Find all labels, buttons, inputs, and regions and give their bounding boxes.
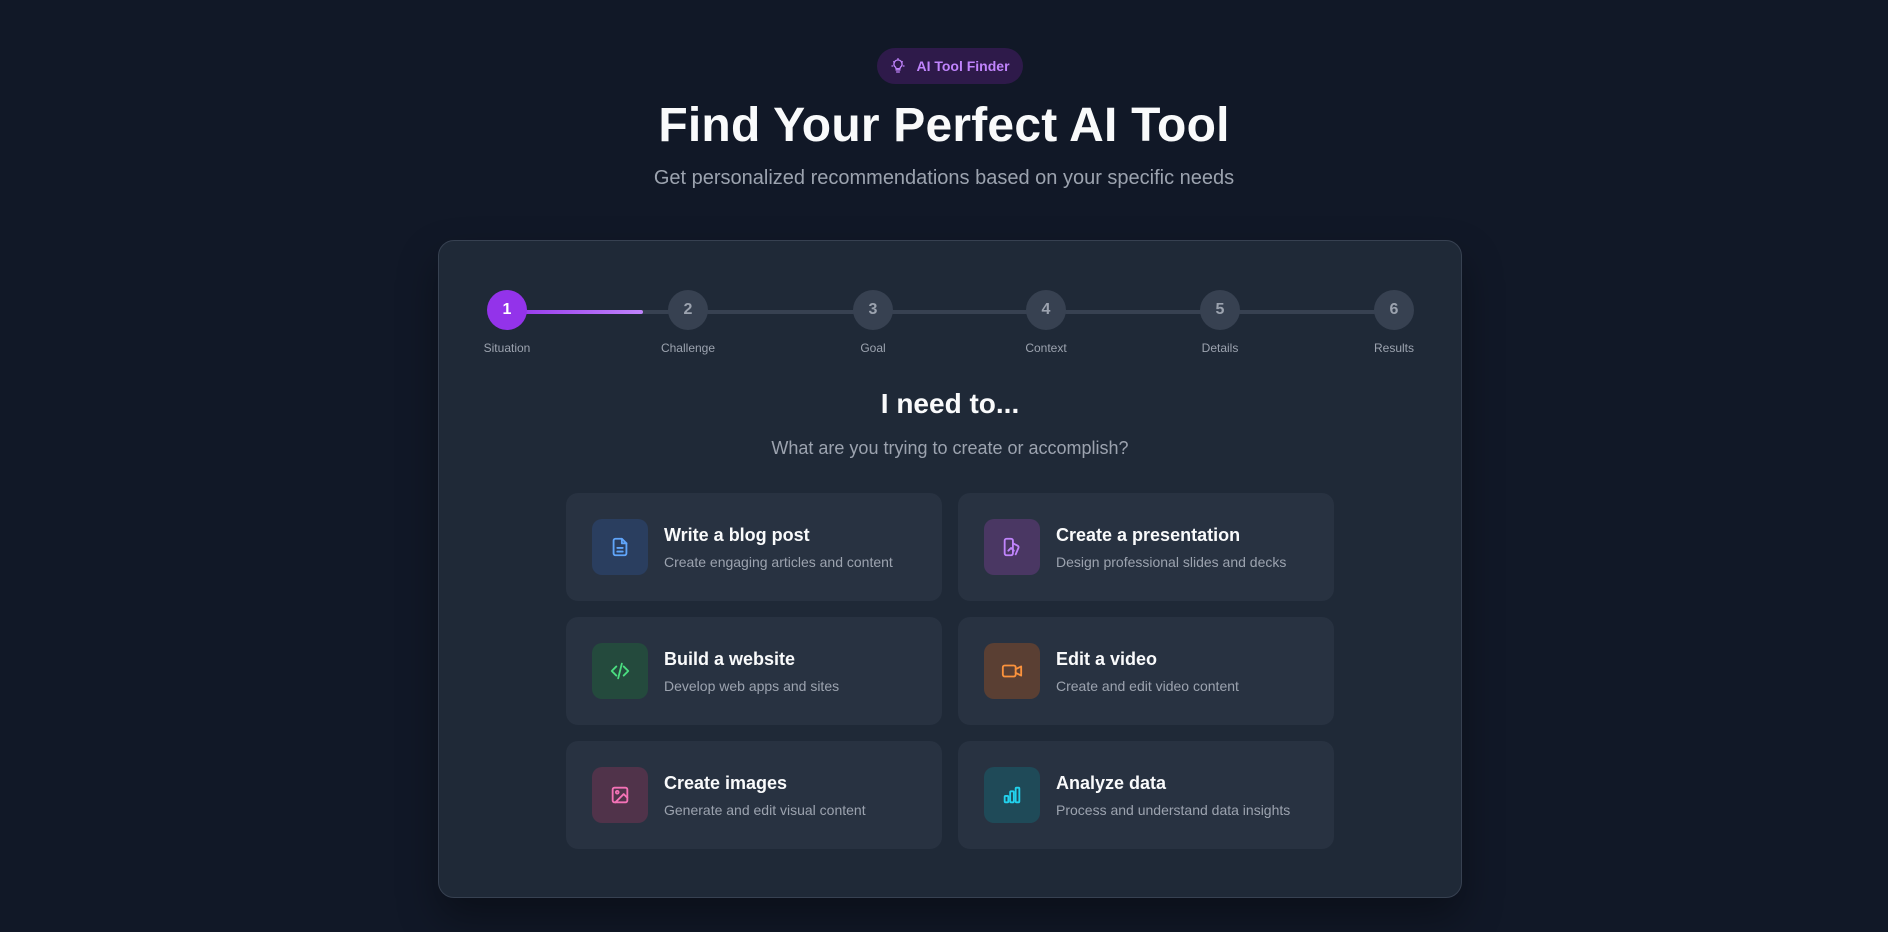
option-description: Develop web apps and sites xyxy=(664,677,840,694)
option-icon-tile xyxy=(984,643,1040,699)
step-number: 4 xyxy=(1026,290,1066,330)
step-situation[interactable]: 1 Situation xyxy=(467,290,547,355)
option-title: Analyze data xyxy=(1056,772,1167,793)
bar-chart-icon xyxy=(1003,786,1021,804)
option-create-presentation[interactable]: Create a presentation Design professiona… xyxy=(958,493,1334,601)
page-title: Find Your Perfect AI Tool xyxy=(658,99,1230,152)
ai-tool-finder-badge: AI Tool Finder xyxy=(877,48,1023,84)
option-build-website[interactable]: Build a website Develop web apps and sit… xyxy=(566,617,942,725)
lightbulb-icon xyxy=(891,58,906,73)
option-create-images[interactable]: Create images Generate and edit visual c… xyxy=(566,741,942,849)
option-description: Create engaging articles and content xyxy=(664,553,893,570)
option-description: Generate and edit visual content xyxy=(664,801,866,818)
option-grid: Write a blog post Create engaging articl… xyxy=(566,493,1336,849)
image-icon xyxy=(611,786,629,804)
option-title: Build a website xyxy=(664,648,796,669)
option-write-blog-post[interactable]: Write a blog post Create engaging articl… xyxy=(566,493,942,601)
option-title: Edit a video xyxy=(1056,648,1158,669)
option-title: Create a presentation xyxy=(1056,524,1241,545)
option-icon-tile xyxy=(592,643,648,699)
step-goal[interactable]: 3 Goal xyxy=(833,290,913,355)
option-edit-video[interactable]: Edit a video Create and edit video conte… xyxy=(958,617,1334,725)
option-description: Create and edit video content xyxy=(1056,677,1239,694)
step-number: 6 xyxy=(1374,290,1414,330)
question-title: I need to... xyxy=(880,388,1020,419)
step-label: Situation xyxy=(483,341,531,355)
step-label: Details xyxy=(1201,341,1239,355)
question-subtitle: What are you trying to create or accompl… xyxy=(771,438,1129,458)
option-description: Process and understand data insights xyxy=(1056,801,1291,818)
option-description: Design professional slides and decks xyxy=(1056,553,1287,570)
option-analyze-data[interactable]: Analyze data Process and understand data… xyxy=(958,741,1334,849)
step-label: Goal xyxy=(860,341,886,355)
page-subtitle: Get personalized recommendations based o… xyxy=(653,167,1235,189)
option-icon-tile xyxy=(984,519,1040,575)
option-icon-tile xyxy=(984,767,1040,823)
step-number: 3 xyxy=(853,290,893,330)
step-details[interactable]: 5 Details xyxy=(1180,290,1260,355)
option-title: Create images xyxy=(664,772,788,793)
step-context[interactable]: 4 Context xyxy=(1006,290,1086,355)
option-icon-tile xyxy=(592,519,648,575)
step-label: Results xyxy=(1373,341,1414,355)
step-results[interactable]: 6 Results xyxy=(1354,290,1434,355)
wizard-card: 1 Situation 2 Challenge 3 Goal 4 Context… xyxy=(438,240,1462,898)
video-camera-icon xyxy=(1001,664,1023,678)
page: AI Tool Finder Find Your Perfect AI Tool… xyxy=(0,0,1888,932)
step-number: 2 xyxy=(668,290,708,330)
badge-label: AI Tool Finder xyxy=(916,58,1010,74)
document-icon xyxy=(612,537,628,557)
option-icon-tile xyxy=(592,767,648,823)
step-challenge[interactable]: 2 Challenge xyxy=(648,290,728,355)
step-number: 5 xyxy=(1200,290,1240,330)
option-title: Write a blog post xyxy=(664,524,810,545)
step-label: Context xyxy=(1025,341,1067,355)
step-number: 1 xyxy=(487,290,527,330)
code-icon xyxy=(610,662,630,680)
step-label: Challenge xyxy=(660,341,716,355)
presentation-icon xyxy=(1003,537,1020,557)
